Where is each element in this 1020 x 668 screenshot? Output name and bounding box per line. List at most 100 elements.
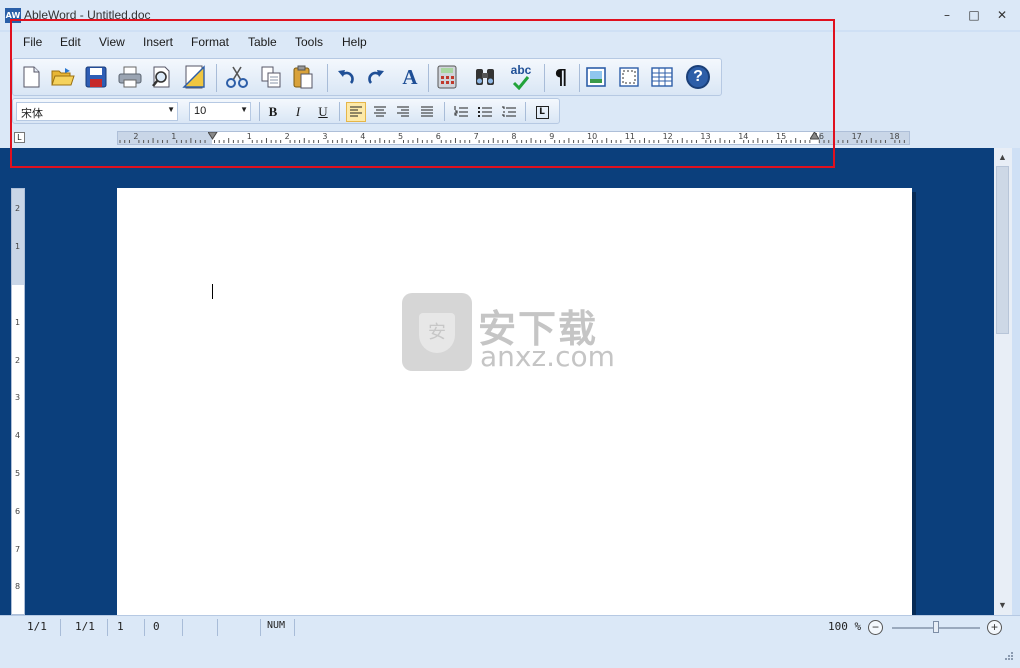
status-separator bbox=[217, 619, 218, 636]
zoom-slider-thumb[interactable] bbox=[933, 621, 939, 633]
spell-check-icon[interactable]: abc bbox=[506, 61, 536, 93]
tab-selector[interactable]: L bbox=[14, 132, 25, 143]
page-setup-icon[interactable] bbox=[181, 64, 207, 90]
chevron-down-icon: ▼ bbox=[167, 105, 175, 114]
align-right-icon bbox=[397, 106, 409, 117]
insert-image-icon[interactable] bbox=[583, 64, 609, 90]
watermark-text-en: anxz.com bbox=[480, 340, 615, 373]
toolbar-separator bbox=[544, 64, 545, 92]
menu-tools[interactable]: Tools bbox=[295, 35, 323, 49]
scroll-up-icon[interactable]: ▲ bbox=[998, 152, 1007, 162]
menu-file[interactable]: File bbox=[23, 35, 42, 49]
zoom-out-icon[interactable]: − bbox=[868, 620, 883, 635]
window-title: AbleWord - Untitled.doc bbox=[24, 8, 151, 22]
paste-icon[interactable] bbox=[290, 64, 316, 90]
bold-button[interactable]: B bbox=[263, 102, 283, 122]
underline-button[interactable]: U bbox=[313, 102, 333, 122]
tab-stop-button[interactable]: L bbox=[532, 102, 552, 122]
vruler-number: 7 bbox=[15, 544, 21, 554]
first-line-indent-marker[interactable] bbox=[208, 132, 218, 140]
ruler-number: 10 bbox=[587, 132, 598, 141]
watermark-shield-icon: 安 bbox=[402, 293, 472, 371]
vruler-number: 6 bbox=[15, 506, 21, 516]
ruler-number: 4 bbox=[360, 132, 366, 141]
toolbar-separator bbox=[327, 64, 328, 92]
resize-grip-icon[interactable] bbox=[1004, 651, 1014, 661]
font-icon[interactable]: A bbox=[397, 64, 423, 90]
ruler-number: 3 bbox=[322, 132, 328, 141]
scrollbar-thumb[interactable] bbox=[996, 166, 1009, 334]
toolbar-area: A abc ¶ ? 宋体 ▼ 10 ▼ B I U L bbox=[0, 54, 1020, 128]
menu-insert[interactable]: Insert bbox=[143, 35, 173, 49]
show-formatting-icon[interactable]: ¶ bbox=[548, 64, 574, 90]
bullet-list-button[interactable] bbox=[475, 102, 495, 122]
scroll-down-icon[interactable]: ▼ bbox=[998, 600, 1007, 610]
horizontal-ruler-row: L 2 1 1 2 3 4 5 6 7 8 9 10 11 12 13 14 15 16 17 18 bbox=[0, 128, 1020, 148]
open-icon[interactable] bbox=[50, 64, 76, 90]
menu-view[interactable]: View bbox=[99, 35, 125, 49]
save-icon[interactable] bbox=[83, 64, 109, 90]
insert-frame-icon[interactable] bbox=[616, 64, 642, 90]
redo-icon[interactable] bbox=[363, 64, 389, 90]
ruler-number: 5 bbox=[398, 132, 404, 141]
calculator-icon[interactable] bbox=[434, 64, 460, 90]
vruler-number: 4 bbox=[15, 431, 21, 441]
vertical-ruler[interactable]: 2 1 1 2 3 4 5 6 7 8 bbox=[11, 188, 25, 615]
menu-help[interactable]: Help bbox=[342, 35, 367, 49]
zoom-level: 100 % bbox=[828, 620, 862, 633]
tab-stop-icon: L bbox=[535, 105, 549, 119]
ruler-number: 17 bbox=[851, 132, 862, 141]
ruler-number: 18 bbox=[889, 132, 900, 141]
insert-table-icon[interactable] bbox=[649, 64, 675, 90]
status-section: 1/1 bbox=[75, 620, 95, 633]
toolbar-separator bbox=[444, 102, 445, 121]
italic-button[interactable]: I bbox=[288, 102, 308, 122]
status-separator bbox=[107, 619, 108, 636]
cut-icon[interactable] bbox=[224, 64, 250, 90]
close-button[interactable]: ✕ bbox=[991, 6, 1013, 24]
horizontal-ruler[interactable]: 2 1 1 2 3 4 5 6 7 8 9 10 11 12 13 14 15 16 17 18 bbox=[117, 131, 910, 145]
justify-button[interactable] bbox=[417, 102, 437, 122]
vruler-number: 3 bbox=[15, 393, 21, 403]
align-right-button[interactable] bbox=[393, 102, 413, 122]
font-name-select[interactable]: 宋体 ▼ bbox=[16, 102, 178, 121]
numbered-list-button[interactable] bbox=[451, 102, 471, 122]
print-icon[interactable] bbox=[117, 64, 143, 90]
menu-table[interactable]: Table bbox=[248, 35, 277, 49]
toolbar-separator bbox=[579, 64, 580, 92]
status-column: 0 bbox=[153, 620, 160, 633]
align-center-button[interactable] bbox=[370, 102, 390, 122]
print-preview-icon[interactable] bbox=[149, 64, 175, 90]
menu-format[interactable]: Format bbox=[191, 35, 229, 49]
toolbar-separator bbox=[216, 64, 217, 92]
align-center-icon bbox=[374, 106, 386, 117]
vertical-scrollbar[interactable]: ▲ ▼ bbox=[994, 148, 1012, 615]
align-left-button[interactable] bbox=[346, 102, 366, 122]
chevron-down-icon: ▼ bbox=[240, 105, 248, 114]
right-indent-marker[interactable] bbox=[810, 132, 820, 140]
copy-icon[interactable] bbox=[258, 64, 284, 90]
ruler-number: 1 bbox=[246, 132, 252, 141]
font-size-select[interactable]: 10 ▼ bbox=[189, 102, 251, 121]
bullet-list-icon bbox=[478, 107, 492, 117]
new-icon[interactable] bbox=[18, 64, 44, 90]
zoom-in-icon[interactable]: + bbox=[987, 620, 1002, 635]
vruler-number: 1 bbox=[15, 317, 21, 327]
status-separator bbox=[294, 619, 295, 636]
vruler-number: 8 bbox=[15, 582, 21, 592]
maximize-button[interactable]: □ bbox=[963, 6, 985, 24]
vruler-top-margin bbox=[12, 189, 24, 285]
vruler-number: 2 bbox=[15, 204, 21, 214]
status-line: 1 bbox=[117, 620, 124, 633]
menu-edit[interactable]: Edit bbox=[60, 35, 81, 49]
help-icon[interactable]: ? bbox=[685, 64, 711, 90]
minimize-button[interactable]: – bbox=[936, 6, 958, 24]
bottom-strip bbox=[0, 639, 1020, 668]
undo-icon[interactable] bbox=[333, 64, 359, 90]
find-icon[interactable] bbox=[472, 64, 498, 90]
ruler-number: 13 bbox=[700, 132, 711, 141]
ruler-number: 7 bbox=[473, 132, 479, 141]
standard-toolbar: A abc ¶ ? bbox=[12, 58, 722, 96]
outline-list-button[interactable] bbox=[499, 102, 519, 122]
document-page[interactable] bbox=[117, 188, 912, 615]
